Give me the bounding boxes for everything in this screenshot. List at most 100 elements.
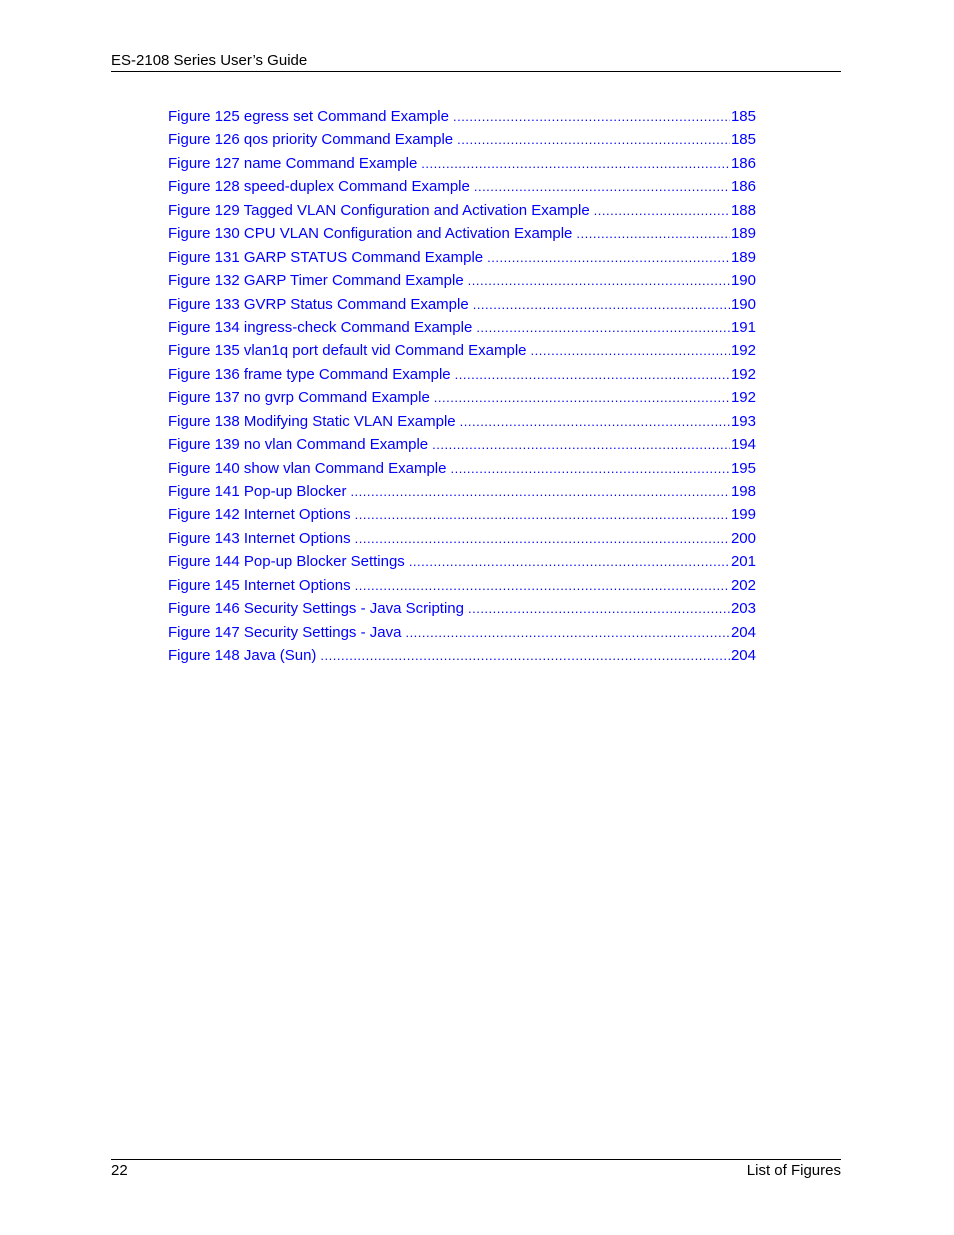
dot-leader <box>576 224 730 243</box>
toc-entry-title: Figure 140 show vlan Command Example <box>168 459 447 477</box>
dot-leader <box>405 623 730 642</box>
toc-entry-page-number: 190 <box>730 272 756 290</box>
toc-entry-title: Figure 130 CPU VLAN Configuration and Ac… <box>168 225 573 243</box>
toc-entry-link[interactable]: Figure 141 Pop-up Blocker 198 <box>168 482 756 505</box>
toc-entry-item: Figure 128 speed-duplex Command Example … <box>168 177 756 200</box>
toc-entry-link[interactable]: Figure 135 vlan1q port default vid Comma… <box>168 341 756 364</box>
header-divider <box>111 71 841 72</box>
toc-entry-page-number: 198 <box>730 483 756 500</box>
dot-leader <box>531 341 730 360</box>
toc-entry-item: Figure 131 GARP STATUS Command Example 1… <box>168 248 756 271</box>
toc-entry-page-number: 200 <box>730 529 756 547</box>
dot-leader <box>487 248 730 267</box>
toc-entry-title: Figure 138 Modifying Static VLAN Example <box>168 412 456 430</box>
dot-leader <box>474 177 730 196</box>
toc-entry-item: Figure 147 Security Settings - Java 204 <box>168 623 756 646</box>
toc-entry-title: Figure 137 no gvrp Command Example <box>168 389 430 407</box>
toc-entry-link[interactable]: Figure 148 Java (Sun) 204 <box>168 646 756 669</box>
toc-entry-title: Figure 134 ingress-check Command Example <box>168 318 473 336</box>
toc-entry-item: Figure 136 frame type Command Example 19… <box>168 365 756 388</box>
toc-entry-link[interactable]: Figure 145 Internet Options 202 <box>168 576 756 599</box>
toc-entry-link[interactable]: Figure 138 Modifying Static VLAN Example… <box>168 412 756 435</box>
dot-leader <box>594 201 730 220</box>
toc-entry-item: Figure 144 Pop-up Blocker Settings 201 <box>168 552 756 575</box>
dot-leader <box>421 154 730 173</box>
toc-entry-page-number: 195 <box>730 459 756 477</box>
toc-entry-link[interactable]: Figure 128 speed-duplex Command Example … <box>168 177 756 200</box>
toc-entry-title: Figure 145 Internet Options <box>168 576 351 594</box>
toc-entry-page-number: 193 <box>730 412 756 430</box>
toc-entry-title: Figure 125 egress set Command Example <box>168 108 449 125</box>
toc-entry-link[interactable]: Figure 139 no vlan Command Example 194 <box>168 435 756 458</box>
footer-page-number: 22 <box>111 1162 128 1179</box>
toc-entry-page-number: 190 <box>730 295 756 313</box>
dot-leader <box>457 130 730 149</box>
toc-entry-link[interactable]: Figure 132 GARP Timer Command Example 19… <box>168 271 756 294</box>
dot-leader <box>355 576 730 595</box>
toc-entry-title: Figure 135 vlan1q port default vid Comma… <box>168 342 527 360</box>
toc-entry-page-number: 204 <box>730 647 756 665</box>
toc-entry-link[interactable]: Figure 140 show vlan Command Example 195 <box>168 459 756 482</box>
dot-leader <box>473 295 730 314</box>
toc-entry-title: Figure 148 Java (Sun) <box>168 647 317 665</box>
toc-entry-link[interactable]: Figure 147 Security Settings - Java 204 <box>168 623 756 646</box>
toc-entry-page-number: 194 <box>730 436 756 454</box>
toc-entry-page-number: 186 <box>730 154 756 172</box>
list-of-figures: Figure 125 egress set Command Example 18… <box>168 107 756 670</box>
toc-entry-page-number: 203 <box>730 600 756 618</box>
toc-entry-link[interactable]: Figure 137 no gvrp Command Example 192 <box>168 388 756 411</box>
dot-leader <box>468 271 730 290</box>
toc-entry-page-number: 185 <box>730 108 756 125</box>
toc-entry-link[interactable]: Figure 136 frame type Command Example 19… <box>168 365 756 388</box>
toc-entry-item: Figure 135 vlan1q port default vid Comma… <box>168 341 756 364</box>
toc-entry-title: Figure 132 GARP Timer Command Example <box>168 272 464 290</box>
toc-entry-page-number: 191 <box>730 318 756 336</box>
toc-entry-link[interactable]: Figure 133 GVRP Status Command Example 1… <box>168 295 756 318</box>
toc-entry-link[interactable]: Figure 130 CPU VLAN Configuration and Ac… <box>168 224 756 247</box>
toc-entry-link[interactable]: Figure 146 Security Settings - Java Scri… <box>168 599 756 622</box>
toc-entry-link[interactable]: Figure 129 Tagged VLAN Configuration and… <box>168 201 756 224</box>
toc-entry-page-number: 189 <box>730 225 756 243</box>
toc-entry-link[interactable]: Figure 131 GARP STATUS Command Example 1… <box>168 248 756 271</box>
toc-entry-page-number: 201 <box>730 553 756 571</box>
toc-entry-item: Figure 143 Internet Options 200 <box>168 529 756 552</box>
toc-entry-page-number: 188 <box>730 201 756 219</box>
toc-entry-link[interactable]: Figure 142 Internet Options 199 <box>168 505 756 528</box>
toc-entry-page-number: 204 <box>730 623 756 641</box>
toc-entry-title: Figure 127 name Command Example <box>168 154 418 172</box>
toc-entry-item: Figure 127 name Command Example 186 <box>168 154 756 177</box>
dot-leader <box>468 599 730 618</box>
toc-entry-link[interactable]: Figure 125 egress set Command Example 18… <box>168 107 756 130</box>
dot-leader <box>320 646 730 665</box>
toc-entry-item: Figure 138 Modifying Static VLAN Example… <box>168 412 756 435</box>
toc-entry-link[interactable]: Figure 127 name Command Example 186 <box>168 154 756 177</box>
dot-leader <box>355 529 730 548</box>
toc-entry-item: Figure 126 qos priority Command Example … <box>168 130 756 153</box>
toc-entry-link[interactable]: Figure 144 Pop-up Blocker Settings 201 <box>168 552 756 575</box>
toc-entry-title: Figure 141 Pop-up Blocker <box>168 483 347 500</box>
toc-entry-page-number: 186 <box>730 178 756 196</box>
dot-leader <box>455 365 730 384</box>
toc-entry-item: Figure 146 Security Settings - Java Scri… <box>168 599 756 622</box>
toc-entry-title: Figure 147 Security Settings - Java <box>168 623 402 641</box>
toc-entry-item: Figure 137 no gvrp Command Example 192 <box>168 388 756 411</box>
toc-entry-page-number: 192 <box>730 342 756 360</box>
toc-entry-page-number: 192 <box>730 365 756 383</box>
dot-leader <box>434 388 730 407</box>
toc-entry-link[interactable]: Figure 134 ingress-check Command Example… <box>168 318 756 341</box>
toc-entry-page-number: 202 <box>730 576 756 594</box>
toc-entry-item: Figure 125 egress set Command Example 18… <box>168 107 756 130</box>
toc-entry-item: Figure 132 GARP Timer Command Example 19… <box>168 271 756 294</box>
toc-entry-title: Figure 128 speed-duplex Command Example <box>168 178 470 196</box>
footer-section-title: List of Figures <box>746 1162 841 1179</box>
toc-entry-link[interactable]: Figure 126 qos priority Command Example … <box>168 130 756 153</box>
footer-divider <box>111 1159 841 1160</box>
toc-entry-page-number: 192 <box>730 389 756 407</box>
toc-entry-link[interactable]: Figure 143 Internet Options 200 <box>168 529 756 552</box>
toc-entry-title: Figure 143 Internet Options <box>168 529 351 547</box>
dot-leader <box>460 412 730 431</box>
toc-entry-title: Figure 144 Pop-up Blocker Settings <box>168 553 405 571</box>
toc-entry-title: Figure 133 GVRP Status Command Example <box>168 295 469 313</box>
dot-leader <box>432 435 730 454</box>
dot-leader <box>453 107 730 126</box>
